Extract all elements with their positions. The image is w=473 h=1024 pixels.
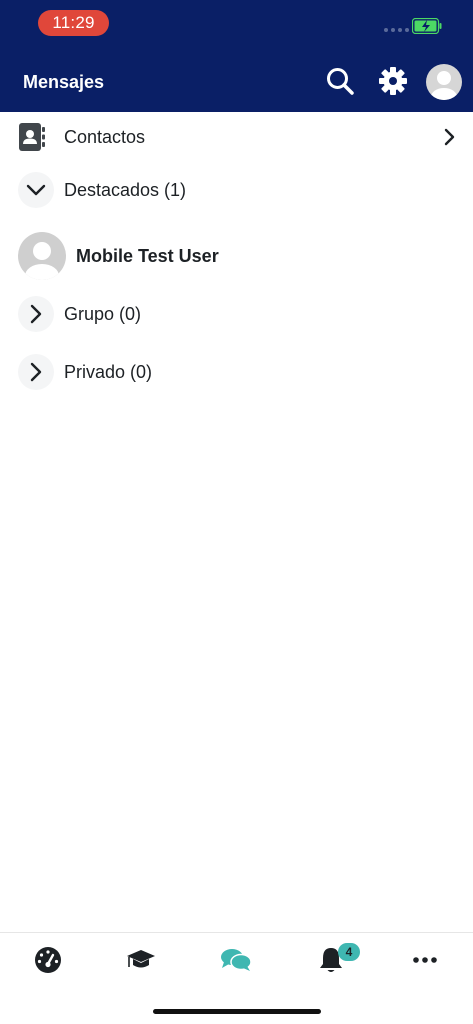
conversation-user-name: Mobile Test User bbox=[76, 245, 219, 266]
user-avatar-icon bbox=[431, 71, 457, 100]
private-section-header[interactable]: Privado (0) bbox=[0, 352, 473, 392]
graduation-cap-icon bbox=[127, 950, 155, 968]
user-avatar-icon bbox=[25, 242, 59, 280]
group-label: Grupo (0) bbox=[64, 303, 142, 324]
nav-messages[interactable] bbox=[216, 945, 256, 975]
address-book-icon bbox=[19, 123, 45, 151]
messages-icon bbox=[221, 949, 252, 971]
search-icon bbox=[327, 68, 354, 95]
search-button[interactable] bbox=[323, 64, 357, 98]
chevron-right-icon bbox=[30, 362, 42, 382]
contacts-label: Contactos bbox=[64, 126, 146, 147]
home-indicator[interactable] bbox=[153, 1009, 321, 1014]
gear-icon bbox=[379, 67, 407, 95]
starred-section-header[interactable]: Destacados (1) bbox=[0, 170, 473, 210]
chevron-down-icon bbox=[26, 184, 46, 196]
contacts-item[interactable]: Contactos bbox=[0, 118, 473, 156]
chevron-right-icon bbox=[444, 128, 455, 146]
chevron-right-icon bbox=[30, 304, 42, 324]
group-toggle-button[interactable] bbox=[18, 296, 54, 332]
conversation-item[interactable]: Mobile Test User bbox=[0, 226, 473, 286]
dashboard-icon bbox=[35, 947, 61, 973]
nav-courses[interactable] bbox=[121, 945, 161, 975]
starred-toggle-button[interactable] bbox=[18, 172, 54, 208]
signal-icon bbox=[384, 28, 409, 32]
conversation-avatar bbox=[18, 232, 66, 280]
starred-label: Destacados (1) bbox=[64, 179, 187, 200]
group-section-header[interactable]: Grupo (0) bbox=[0, 294, 473, 334]
page-title: Mensajes bbox=[23, 72, 105, 92]
user-menu-avatar[interactable] bbox=[426, 64, 462, 100]
nav-dashboard[interactable] bbox=[28, 945, 68, 975]
status-time: 11:29 bbox=[38, 10, 109, 36]
nav-more[interactable] bbox=[405, 945, 445, 975]
notifications-badge: 4 bbox=[338, 943, 360, 961]
battery-charging-icon bbox=[412, 18, 442, 34]
more-icon bbox=[413, 957, 437, 963]
private-toggle-button[interactable] bbox=[18, 354, 54, 390]
settings-button[interactable] bbox=[376, 64, 410, 98]
app-header: 11:29 Mensajes bbox=[0, 0, 473, 112]
private-label: Privado (0) bbox=[64, 361, 153, 382]
